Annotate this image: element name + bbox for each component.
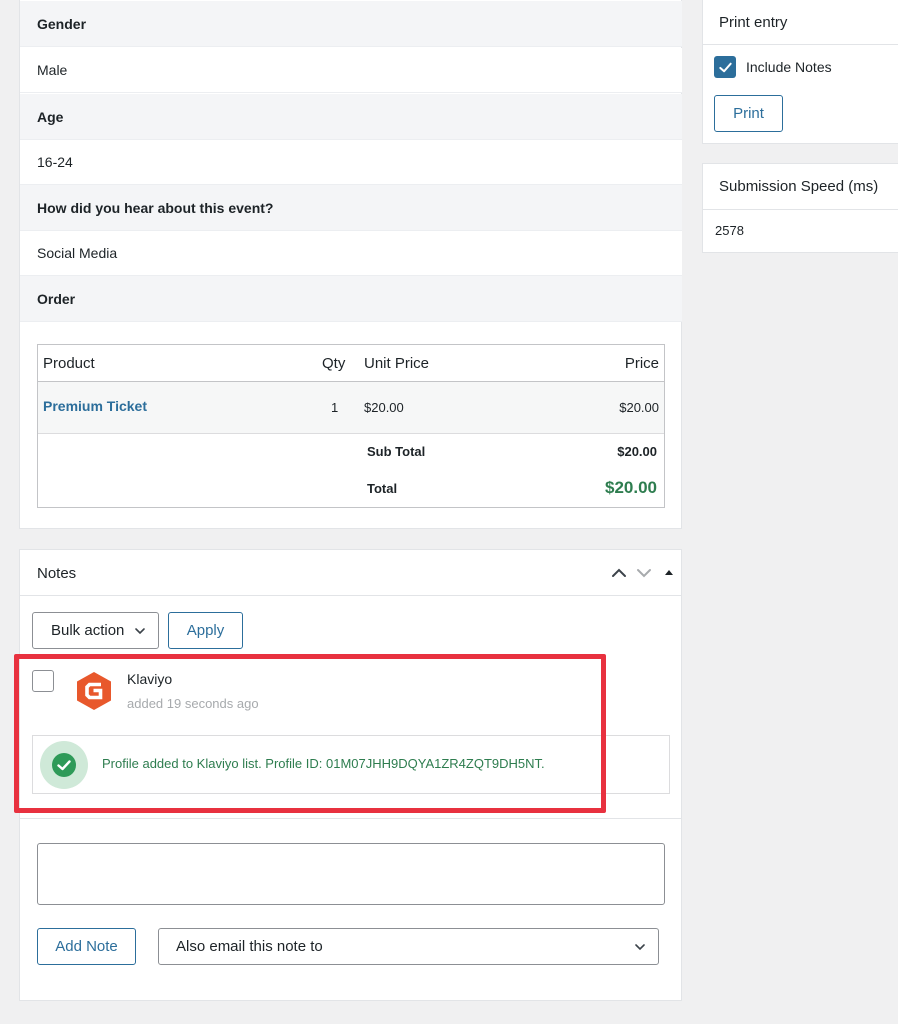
triangle-up-icon [665, 570, 673, 575]
entry-panel: Gender Male Age 16-24 How did you hear a… [19, 0, 682, 529]
item-price: $20.00 [619, 400, 659, 415]
order-item-row: Premium Ticket 1 $20.00 $20.00 [38, 382, 664, 434]
col-product: Product [43, 354, 95, 372]
bulk-action-select[interactable]: Bulk action [32, 612, 159, 649]
submission-speed-title: Submission Speed (ms) [703, 164, 898, 210]
total-value: $20.00 [605, 478, 657, 497]
chevron-down-icon [637, 569, 651, 578]
product-link[interactable]: Premium Ticket [43, 380, 147, 431]
col-price: Price [624, 354, 659, 372]
email-note-select[interactable]: Also email this note to [158, 928, 659, 965]
print-entry-title: Print entry [703, 0, 898, 45]
apply-button[interactable]: Apply [168, 612, 243, 649]
email-note-value: Also email this note to [176, 938, 323, 955]
col-unit-price: Unit Price [364, 354, 430, 372]
chevron-down-icon [635, 944, 645, 951]
check-circle-icon [52, 753, 76, 777]
item-unit-price: $20.00 [364, 400, 404, 415]
print-button[interactable]: Print [714, 95, 783, 132]
note-textarea[interactable] [37, 843, 665, 905]
submission-speed-value: 2578 [715, 223, 744, 238]
bulk-action-value: Bulk action [51, 622, 125, 639]
checkmark-icon [718, 62, 732, 72]
field-value-age: 16-24 [20, 140, 682, 185]
notes-title: Notes [37, 565, 77, 582]
move-up-button[interactable] [609, 563, 629, 583]
notes-divider [20, 818, 681, 819]
logo-icon [77, 672, 111, 710]
include-notes-label[interactable]: Include Notes [746, 59, 832, 75]
collapse-toggle[interactable] [663, 567, 675, 579]
field-label-order: Order [20, 276, 682, 322]
note-message: Profile added to Klaviyo list. Profile I… [102, 756, 545, 771]
subtotal-value: $20.00 [617, 444, 657, 459]
order-table-header: Product Qty Unit Price Price [38, 345, 664, 382]
include-notes-checkbox[interactable] [714, 56, 736, 78]
add-note-button[interactable]: Add Note [37, 928, 136, 965]
total-label: Total [367, 481, 398, 496]
item-qty: 1 [331, 400, 339, 415]
note-time: added 19 seconds ago [127, 696, 259, 711]
field-value-gender: Male [20, 48, 682, 93]
notes-panel: Notes Bulk action Apply Klaviyo added 19… [19, 549, 682, 1001]
subtotal-label: Sub Total [367, 444, 426, 459]
move-down-button[interactable] [634, 563, 654, 583]
klaviyo-logo [74, 671, 114, 711]
field-label-age: Age [20, 94, 682, 140]
col-qty: Qty [322, 354, 346, 372]
note-message-box: Profile added to Klaviyo list. Profile I… [32, 735, 670, 794]
submission-speed-panel: Submission Speed (ms) 2578 [702, 163, 898, 253]
note-author: Klaviyo [127, 671, 173, 687]
field-label-gender: Gender [20, 1, 682, 47]
field-value-referral: Social Media [20, 231, 682, 276]
order-table: Product Qty Unit Price Price Premium Tic… [37, 344, 665, 508]
field-label-referral: How did you hear about this event? [20, 185, 682, 231]
success-icon [40, 741, 88, 789]
chevron-up-icon [612, 568, 626, 577]
chevron-down-icon [135, 628, 145, 635]
notes-header: Notes [20, 550, 681, 596]
print-entry-panel: Print entry Include Notes Print [702, 0, 898, 144]
note-checkbox[interactable] [32, 670, 54, 692]
